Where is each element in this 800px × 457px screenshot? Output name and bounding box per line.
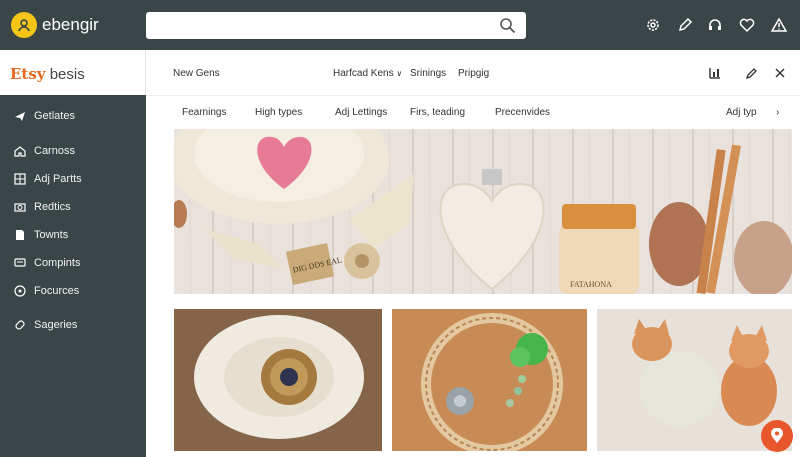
brand-rest: besis	[49, 66, 85, 83]
tab-firs-teading[interactable]: Firs, teading	[410, 107, 465, 118]
sidebar: Getlates Carnoss Adj Partts Redtics Town…	[0, 95, 146, 457]
location-pin-button[interactable]	[761, 420, 793, 452]
sidebar-item-carnoss[interactable]: Carnoss	[14, 145, 75, 157]
sidebar-item-focurces[interactable]: Focurces	[14, 285, 79, 297]
heart-icon[interactable]	[738, 16, 756, 34]
sidebar-item-getlates[interactable]: Getlates	[14, 110, 75, 122]
jar-label: FATAHONA	[570, 280, 612, 289]
sidebar-item-compints[interactable]: Compints	[14, 257, 80, 269]
search-bar[interactable]	[146, 12, 526, 39]
chevron-down-icon: ∨	[396, 69, 403, 78]
sidebar-item-label: Compints	[34, 257, 81, 269]
sidebar-item-adj-partts[interactable]: Adj Partts	[14, 173, 82, 185]
plane-icon	[15, 112, 25, 121]
srinings-link[interactable]: Srinings	[410, 68, 446, 79]
sidebar-item-label: Carnoss	[34, 145, 75, 157]
search-input[interactable]	[146, 12, 476, 39]
gear-icon[interactable]	[644, 16, 662, 34]
message-icon	[14, 258, 26, 267]
category-tabs: Fearnings High types Adj Lettings Firs, …	[146, 95, 800, 128]
location-pin-icon	[771, 428, 783, 443]
sidebar-item-redtics[interactable]: Redtics	[14, 201, 71, 213]
camera-icon	[14, 203, 26, 212]
sidebar-item-label: Focurces	[34, 285, 80, 297]
pripgig-link[interactable]: Pripgig	[458, 68, 489, 79]
grid-icon	[14, 173, 26, 185]
sidebar-item-sageries[interactable]: Sageries	[14, 319, 77, 331]
header-row: New Gens Harfcad Kens ∨ Srinings Pripgig	[146, 50, 800, 95]
sidebar-item-label: Getlates	[34, 110, 75, 122]
sidebar-item-label: Adj Partts	[34, 173, 82, 185]
brand-accent: Etsy	[10, 65, 46, 83]
category-dropdown[interactable]: Harfcad Kens ∨	[333, 68, 402, 79]
pen-icon[interactable]	[676, 16, 694, 34]
sidebar-item-townts[interactable]: Townts	[14, 229, 68, 241]
sidebar-item-label: Sageries	[34, 319, 78, 331]
target-icon	[14, 285, 26, 297]
chevron-right-icon[interactable]: ›	[776, 107, 779, 118]
headset-icon[interactable]	[706, 16, 724, 34]
app-logo-text[interactable]: ebengir	[42, 15, 99, 35]
edit-icon[interactable]	[745, 66, 759, 80]
alert-icon[interactable]	[770, 16, 788, 34]
home-icon	[14, 146, 26, 157]
document-icon	[16, 230, 24, 240]
sidebar-header: Etsy besis	[0, 50, 146, 95]
close-icon[interactable]	[773, 66, 787, 80]
product-card-dreamcatcher[interactable]	[392, 309, 587, 451]
sidebar-item-label: Townts	[34, 229, 69, 241]
new-gens-link[interactable]: New Gens	[173, 68, 220, 79]
dropdown-label: Harfcad Kens	[333, 68, 394, 79]
tab-high-types[interactable]: High types	[255, 107, 302, 118]
tab-adj-lettings[interactable]: Adj Lettings	[335, 107, 387, 118]
search-icon[interactable]	[499, 17, 516, 34]
tab-precenvides[interactable]: Precenvides	[495, 107, 550, 118]
tab-adj-typ[interactable]: Adj typ	[726, 107, 757, 118]
link-icon	[15, 320, 25, 330]
top-bar: ebengir	[0, 0, 800, 50]
hero-image[interactable]: DIG DDS EAL FATAHONA	[174, 129, 792, 294]
product-card-crochet-flower[interactable]	[174, 309, 382, 451]
logo-icon[interactable]	[11, 12, 37, 38]
brand-title[interactable]: Etsy besis	[10, 65, 85, 83]
chart-icon[interactable]	[708, 66, 722, 80]
sidebar-item-label: Redtics	[34, 201, 71, 213]
tab-fearnings[interactable]: Fearnings	[182, 107, 226, 118]
